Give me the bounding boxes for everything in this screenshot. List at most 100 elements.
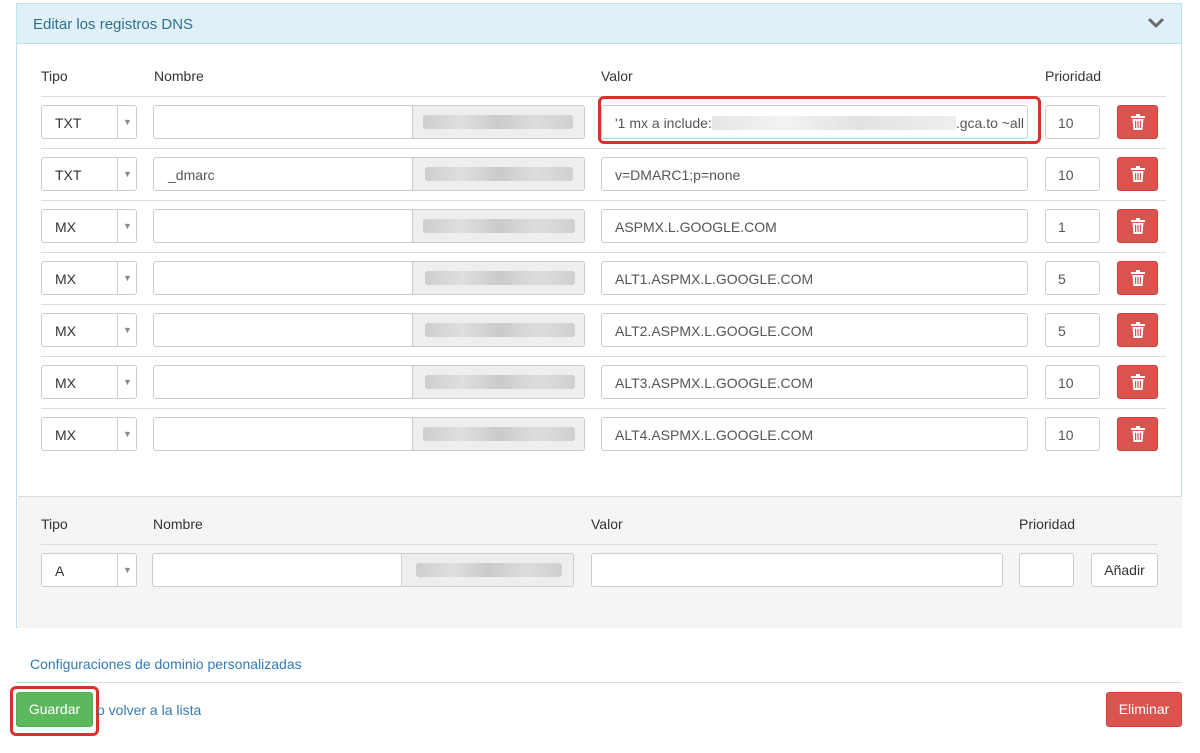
trash-icon <box>1131 426 1145 442</box>
record-type-select[interactable]: TXT ▼ <box>41 105 137 139</box>
back-to-list-link[interactable]: o volver a la lista <box>97 702 201 718</box>
new-header-valor: Valor <box>591 516 623 532</box>
record-name-input[interactable]: _dmarc <box>153 157 585 191</box>
record-type-value: MX <box>55 219 76 235</box>
caret-down-icon: ▼ <box>123 377 132 387</box>
add-record-section: Tipo Nombre Valor Prioridad A ▼ Añadir <box>18 496 1182 628</box>
record-priority-input[interactable]: 10 <box>1045 417 1100 451</box>
record-value-text: ALT2.ASPMX.L.GOOGLE.COM <box>615 323 814 339</box>
record-priority-input[interactable]: 10 <box>1045 105 1100 139</box>
caret-down-icon: ▼ <box>123 221 132 231</box>
highlight-box <box>598 96 1041 144</box>
record-value-input[interactable]: ALT1.ASPMX.L.GOOGLE.COM <box>601 261 1028 295</box>
domain-suffix <box>412 418 584 450</box>
record-type-select[interactable]: MX ▼ <box>41 365 137 399</box>
trash-icon <box>1131 218 1145 234</box>
record-type-value: MX <box>55 427 76 443</box>
record-priority-input[interactable]: 1 <box>1045 209 1100 243</box>
record-name-input[interactable] <box>153 105 585 139</box>
record-name-input[interactable] <box>153 209 585 243</box>
record-priority-input[interactable]: 5 <box>1045 261 1100 295</box>
caret-down-icon: ▼ <box>123 565 132 575</box>
new-record-priority-input[interactable] <box>1019 553 1074 587</box>
highlight-box <box>10 686 99 736</box>
delete-record-button[interactable] <box>1117 157 1158 191</box>
domain-suffix <box>412 366 584 398</box>
record-type-select[interactable]: MX ▼ <box>41 209 137 243</box>
domain-suffix <box>412 314 584 346</box>
panel-header[interactable]: Editar los registros DNS <box>17 4 1181 44</box>
record-type-value: MX <box>55 323 76 339</box>
delete-record-button[interactable] <box>1117 261 1158 295</box>
record-value-text: ALT1.ASPMX.L.GOOGLE.COM <box>615 271 814 287</box>
panel-title: Editar los registros DNS <box>33 16 194 33</box>
record-priority-value: 5 <box>1058 271 1066 287</box>
record-name-input[interactable] <box>153 261 585 295</box>
new-record-type-value: A <box>55 563 65 579</box>
delete-record-button[interactable] <box>1117 209 1158 243</box>
record-type-value: TXT <box>55 115 82 131</box>
new-header-nombre: Nombre <box>153 516 203 532</box>
record-name-input[interactable] <box>153 365 585 399</box>
chevron-down-icon[interactable] <box>1147 16 1165 30</box>
trash-icon <box>1131 322 1145 338</box>
delete-record-button[interactable] <box>1117 365 1158 399</box>
record-name-input[interactable] <box>153 313 585 347</box>
new-header-tipo: Tipo <box>41 516 68 532</box>
add-record-button[interactable]: Añadir <box>1091 553 1158 587</box>
delete-domain-button[interactable]: Eliminar <box>1106 692 1182 727</box>
trash-icon <box>1131 374 1145 390</box>
new-record-name-input[interactable] <box>152 553 574 587</box>
caret-down-icon: ▼ <box>123 169 132 179</box>
new-header-prioridad: Prioridad <box>1019 516 1076 532</box>
record-type-value: MX <box>55 271 76 287</box>
record-priority-value: 10 <box>1058 115 1074 131</box>
record-value-input[interactable]: ALT2.ASPMX.L.GOOGLE.COM <box>601 313 1028 347</box>
record-name-value: _dmarc <box>168 167 215 183</box>
record-value-input[interactable]: v=DMARC1;p=none <box>601 157 1028 191</box>
record-value-text: ALT4.ASPMX.L.GOOGLE.COM <box>615 427 814 443</box>
record-priority-input[interactable]: 10 <box>1045 157 1100 191</box>
domain-suffix <box>412 158 584 190</box>
record-priority-value: 10 <box>1058 167 1074 183</box>
record-type-value: TXT <box>55 167 82 183</box>
record-value-input[interactable]: ASPMX.L.GOOGLE.COM <box>601 209 1028 243</box>
record-type-select[interactable]: TXT ▼ <box>41 157 137 191</box>
record-type-select[interactable]: MX ▼ <box>41 313 137 347</box>
record-value-text: ASPMX.L.GOOGLE.COM <box>615 219 777 235</box>
custom-domain-settings-link[interactable]: Configuraciones de dominio personalizada… <box>30 656 302 672</box>
record-priority-input[interactable]: 5 <box>1045 313 1100 347</box>
delete-record-button[interactable] <box>1117 417 1158 451</box>
record-priority-value: 1 <box>1058 219 1066 235</box>
record-value-input[interactable]: ALT3.ASPMX.L.GOOGLE.COM <box>601 365 1028 399</box>
record-priority-value: 10 <box>1058 427 1074 443</box>
header-nombre: Nombre <box>154 68 204 84</box>
new-record-value-input[interactable] <box>591 553 1003 587</box>
record-priority-value: 5 <box>1058 323 1066 339</box>
delete-record-button[interactable] <box>1117 105 1158 139</box>
domain-suffix <box>412 262 584 294</box>
trash-icon <box>1131 270 1145 286</box>
domain-suffix <box>401 554 573 586</box>
domain-suffix <box>412 210 584 242</box>
record-type-select[interactable]: MX ▼ <box>41 417 137 451</box>
caret-down-icon: ▼ <box>123 117 132 127</box>
record-type-value: MX <box>55 375 76 391</box>
domain-suffix <box>412 106 584 138</box>
record-priority-value: 10 <box>1058 375 1074 391</box>
record-name-input[interactable] <box>153 417 585 451</box>
record-value-text: ALT3.ASPMX.L.GOOGLE.COM <box>615 375 814 391</box>
header-prioridad: Prioridad <box>1045 68 1102 84</box>
new-record-type-select[interactable]: A ▼ <box>41 553 137 587</box>
header-valor: Valor <box>601 68 633 84</box>
dns-records-panel: Editar los registros DNS Tipo Nombre Val… <box>16 3 1182 628</box>
record-value-input[interactable]: ALT4.ASPMX.L.GOOGLE.COM <box>601 417 1028 451</box>
trash-icon <box>1131 166 1145 182</box>
header-tipo: Tipo <box>41 68 68 84</box>
trash-icon <box>1131 114 1145 130</box>
record-priority-input[interactable]: 10 <box>1045 365 1100 399</box>
record-type-select[interactable]: MX ▼ <box>41 261 137 295</box>
caret-down-icon: ▼ <box>123 273 132 283</box>
delete-record-button[interactable] <box>1117 313 1158 347</box>
record-value-text: v=DMARC1;p=none <box>615 167 741 183</box>
